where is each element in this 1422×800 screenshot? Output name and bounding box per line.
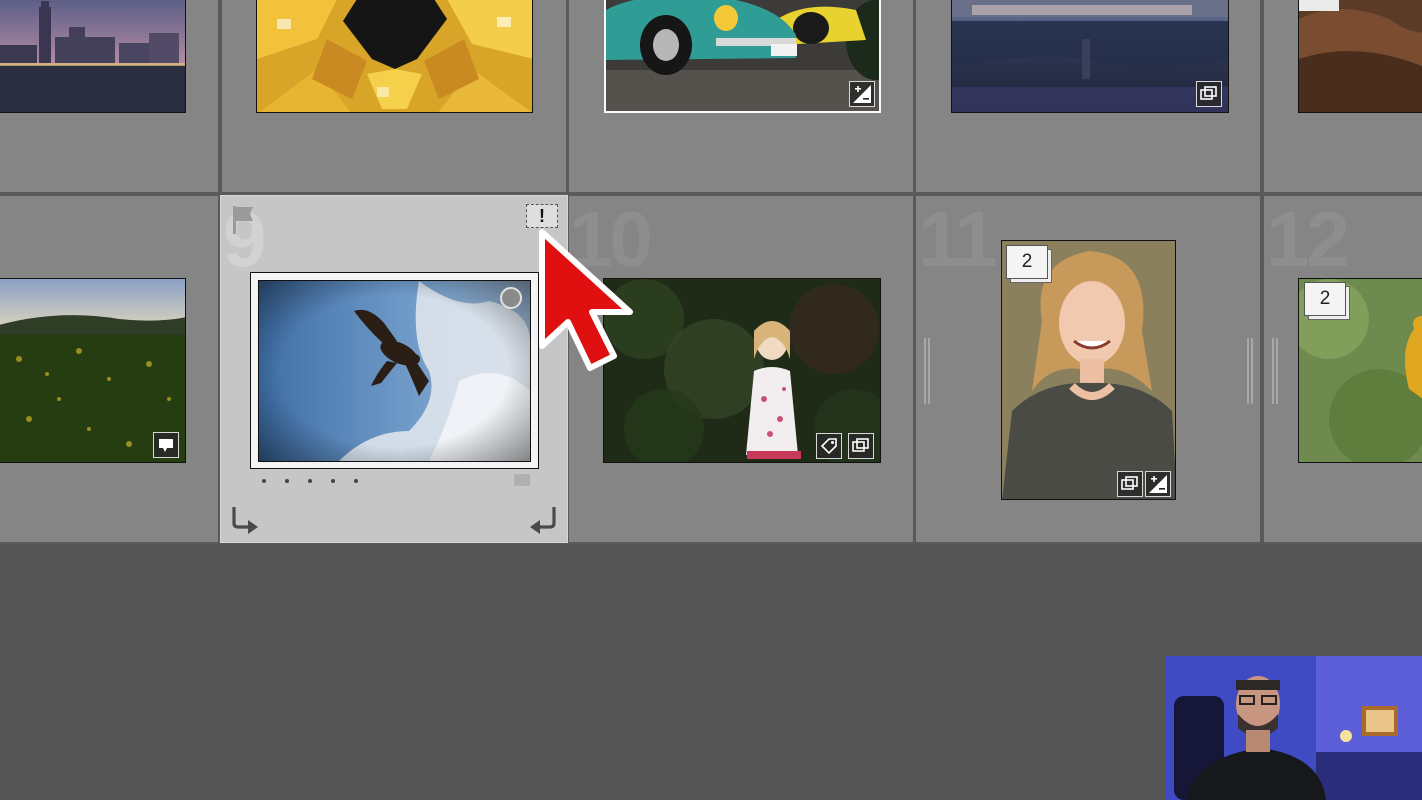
rocky-landscape-photo <box>1299 0 1422 112</box>
stack-resize-handle[interactable] <box>1272 338 1274 404</box>
thumbnail-bird-in-sky[interactable] <box>258 280 531 462</box>
thumbnail-harbor-skyline[interactable] <box>0 0 186 113</box>
stack-resize-handle[interactable] <box>1276 338 1278 404</box>
color-label-swatch[interactable] <box>514 474 530 486</box>
crop-icon <box>1196 81 1222 107</box>
flag-icon[interactable] <box>231 205 257 240</box>
bird-photo <box>259 281 530 461</box>
keyword-tag-icon <box>816 433 842 459</box>
develop-adjustments-icon <box>849 81 875 107</box>
presenter-video <box>1166 656 1422 800</box>
stack-resize-handle[interactable] <box>924 338 926 404</box>
crop-icon <box>848 433 874 459</box>
vintage-car-photo <box>606 0 879 111</box>
thumbnail-rapeseed-field[interactable] <box>0 278 186 463</box>
harbor-skyline-photo <box>0 0 185 112</box>
cube-houses-photo <box>257 0 532 112</box>
thumbnail-girl-in-garden[interactable] <box>603 278 881 463</box>
selected-thumb-frame[interactable] <box>250 272 539 469</box>
crop-icon <box>1117 471 1143 497</box>
stack-count-badge[interactable]: 2 <box>1006 245 1052 283</box>
stack-resize-handle[interactable] <box>1251 338 1253 404</box>
thumbnail-cube-houses[interactable] <box>256 0 533 113</box>
stack-count: 2 <box>1304 282 1346 316</box>
webcam-overlay <box>1166 656 1422 800</box>
thumbnail-rocky-landscape[interactable] <box>1298 0 1422 113</box>
stack-resize-handle[interactable] <box>928 338 930 404</box>
thumbnail-vintage-car[interactable] <box>604 0 881 113</box>
lake-town-photo <box>952 0 1228 112</box>
comment-icon <box>153 432 179 458</box>
quick-collection-circle-icon[interactable] <box>500 287 522 309</box>
thumbnail-lake-town[interactable] <box>951 0 1229 113</box>
cell-index: 11 <box>918 195 997 283</box>
stack-count-badge[interactable]: 2 <box>1304 282 1350 320</box>
red-pointer-icon <box>538 228 638 378</box>
cell-index: 12 <box>1266 195 1350 283</box>
library-grid: 9 10 11 12 ! 2 2 <box>0 0 1422 544</box>
rotate-left-icon[interactable] <box>230 505 262 540</box>
quick-collection-marker[interactable]: ! <box>526 204 558 228</box>
develop-adjustments-icon <box>1145 471 1171 497</box>
stack-count: 2 <box>1006 245 1048 279</box>
rotate-right-icon[interactable] <box>526 505 558 540</box>
stack-resize-handle[interactable] <box>1247 338 1249 404</box>
rating-stars[interactable] <box>255 476 365 486</box>
